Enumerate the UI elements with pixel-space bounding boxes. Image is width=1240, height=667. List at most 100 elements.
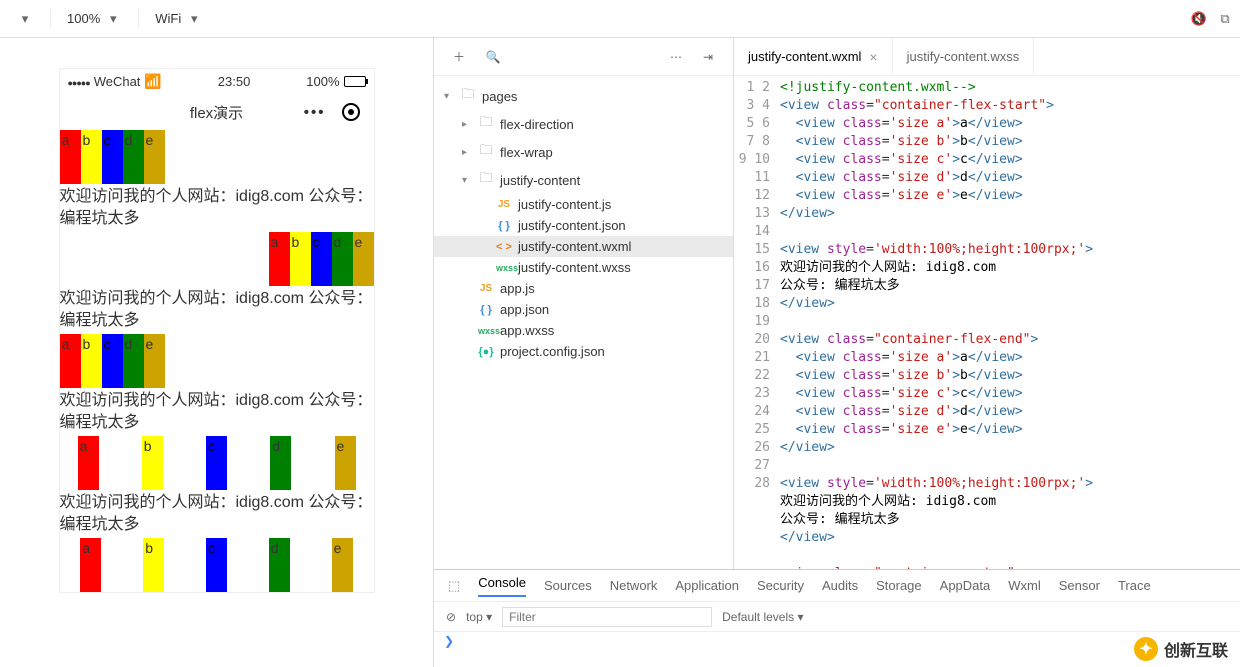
flex-box-d: d [269, 538, 290, 592]
file-icon: { } [496, 220, 512, 232]
flex-box-e: e [332, 538, 353, 592]
tab-label: justify-content.wxml [748, 49, 861, 64]
devtools-tab-sources[interactable]: Sources [544, 578, 592, 593]
devtools-tab-console[interactable]: Console [478, 575, 526, 597]
code-area[interactable]: 1 2 3 4 5 6 7 8 9 10 11 12 13 14 15 16 1… [734, 76, 1240, 643]
zoom-value: 100% [67, 11, 100, 26]
more-icon[interactable]: ⋯ [667, 48, 685, 66]
network-dropdown[interactable]: WiFi ▾ [145, 7, 213, 31]
tree-item[interactable]: {●}project.config.json [434, 341, 733, 362]
devtools-panel: ⬚ Console Sources Network Application Securi… [434, 569, 1240, 667]
devtools-tab-security[interactable]: Security [757, 578, 804, 593]
search-icon[interactable]: 🔍 [484, 48, 502, 66]
plus-icon[interactable]: ＋ [450, 48, 468, 66]
files-toolbar: ＋ 🔍 ⋯ ⇥ [434, 38, 733, 76]
chevron-icon: ▸ [462, 119, 472, 130]
tree-item[interactable]: { }app.json [434, 299, 733, 320]
clock: 23:50 [218, 74, 251, 89]
flex-box-a: a [78, 436, 99, 490]
tree-item[interactable]: ▸🗀flex-wrap [434, 138, 733, 166]
battery-pct: 100% [306, 74, 339, 89]
wifi-icon: 📶 [144, 73, 161, 90]
close-icon[interactable]: × [869, 49, 877, 65]
flex-demo-row: abcde [60, 334, 374, 388]
console-filter-input[interactable] [502, 607, 712, 627]
flex-box-b: b [81, 334, 102, 388]
code-content[interactable]: <!justify-content.wxml--> <view class="c… [780, 76, 1240, 643]
flex-box-d: d [123, 334, 144, 388]
tree-label: justify-content.json [518, 218, 626, 233]
console-prompt[interactable]: ❯ [434, 632, 1240, 650]
page-body: abcde欢迎访问我的个人网站：idig8.com 公众号：编程坑太多abcde… [60, 130, 374, 592]
more-icon[interactable]: ••• [304, 104, 326, 121]
flex-box-b: b [142, 436, 163, 490]
devtools-tab-appdata[interactable]: AppData [940, 578, 991, 593]
devtools-tab-sensor[interactable]: Sensor [1059, 578, 1100, 593]
nav-bar: flex演示 ••• [60, 94, 374, 130]
caption-text: 欢迎访问我的个人网站：idig8.com 公众号：编程坑太多 [60, 286, 374, 334]
devtools-tabs: ⬚ Console Sources Network Application Securi… [434, 570, 1240, 602]
flex-box-d: d [270, 436, 291, 490]
editor-tabs: justify-content.wxml × justify-content.wxs… [734, 38, 1240, 76]
tree-item[interactable]: { } justify-content.json [434, 215, 733, 236]
flex-box-b: b [81, 130, 102, 184]
carrier-label: WeChat [94, 74, 141, 89]
devtools-tab-application[interactable]: Application [675, 578, 739, 593]
file-icon: JS [478, 283, 494, 294]
devtools-tab-trace[interactable]: Trace [1118, 578, 1151, 593]
editor-tab[interactable]: justify-content.wxss [893, 38, 1035, 75]
log-levels-dropdown[interactable]: Default levels ▾ [722, 610, 803, 624]
flex-box-e: e [144, 334, 165, 388]
tree-item[interactable]: ▸🗀flex-direction [434, 110, 733, 138]
watermark-icon: ✦ [1134, 637, 1158, 661]
flex-box-c: c [206, 436, 227, 490]
flex-box-e: e [144, 130, 165, 184]
network-value: WiFi [155, 11, 181, 26]
phone-frame: WeChat 📶 23:50 100% flex演示 ••• abcde欢迎访问… [59, 68, 375, 593]
collapse-icon[interactable]: ⇥ [699, 48, 717, 66]
context-selector[interactable]: top ▾ [466, 610, 492, 624]
devtools-tab-network[interactable]: Network [610, 578, 658, 593]
watermark: ✦ 创新互联 [1134, 637, 1228, 661]
tree-item[interactable]: ▾🗀pages [434, 82, 733, 110]
tree-label: justify-content [500, 173, 580, 188]
file-icon: < > [496, 241, 512, 253]
detach-icon[interactable]: ⧉ [1216, 10, 1234, 28]
tree-item[interactable]: < >justify-content.wxml [434, 236, 733, 257]
file-icon: {●} [478, 346, 494, 358]
flex-box-a: a [269, 232, 290, 286]
file-icon: 🗀 [478, 141, 494, 163]
caption-text: 欢迎访问我的个人网站：idig8.com 公众号：编程坑太多 [60, 388, 374, 436]
tree-item[interactable]: JSjustify-content.js [434, 194, 733, 215]
chevron-icon: ▾ [444, 91, 454, 102]
file-icon: wxss [478, 326, 494, 336]
devtools-tab-audits[interactable]: Audits [822, 578, 858, 593]
flex-box-b: b [143, 538, 164, 592]
flex-demo-row: abcde [60, 538, 374, 592]
devtools-tab-wxml[interactable]: Wxml [1008, 578, 1041, 593]
file-icon: { } [478, 304, 494, 316]
tree-item[interactable]: wxssjustify-content.wxss [434, 257, 733, 278]
flex-demo-row: abcde [60, 436, 374, 490]
file-icon: 🗀 [460, 85, 476, 107]
chevron-down-icon: ▾ [185, 10, 203, 28]
file-icon: wxss [496, 263, 512, 273]
watermark-text: 创新互联 [1164, 637, 1228, 661]
clear-icon[interactable]: ⊘ [446, 610, 456, 624]
tree-item[interactable]: JSapp.js [434, 278, 733, 299]
device-dropdown[interactable]: ▾ [6, 7, 44, 31]
console-toolbar: ⊘ top ▾ Default levels ▾ [434, 602, 1240, 632]
chevron-icon: ▾ [462, 175, 472, 186]
target-icon[interactable] [342, 103, 360, 121]
simulator-panel: WeChat 📶 23:50 100% flex演示 ••• abcde欢迎访问… [0, 38, 434, 667]
zoom-dropdown[interactable]: 100%▾ [57, 7, 132, 31]
battery-icon [344, 76, 366, 87]
editor-tab[interactable]: justify-content.wxml × [734, 38, 893, 75]
tree-item[interactable]: wxssapp.wxss [434, 320, 733, 341]
inspect-icon[interactable]: ⬚ [448, 578, 460, 594]
tree-label: flex-direction [500, 117, 574, 132]
devtools-tab-storage[interactable]: Storage [876, 578, 922, 593]
tree-item[interactable]: ▾🗀justify-content [434, 166, 733, 194]
mute-icon[interactable]: 🔇 [1190, 10, 1208, 28]
flex-box-a: a [60, 130, 81, 184]
